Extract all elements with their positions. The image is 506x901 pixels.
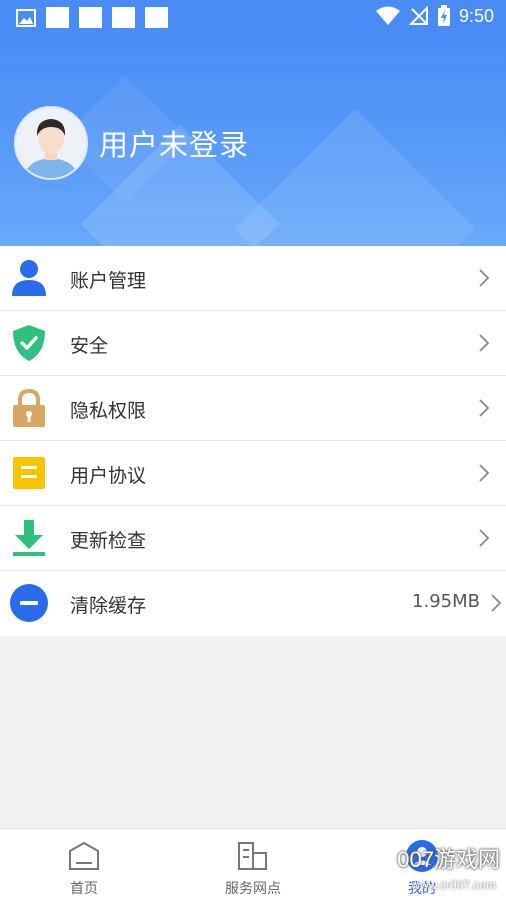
settings-menu: 账户管理 安全 隐私权限 用户协议 更新检查 清除缓存 1.95MB bbox=[0, 246, 506, 636]
notification-square-icon bbox=[145, 7, 168, 28]
tab-label: 首页 bbox=[70, 881, 98, 897]
menu-item-security[interactable]: 安全 bbox=[0, 311, 506, 376]
menu-item-label: 更新检查 bbox=[70, 530, 147, 552]
tab-home[interactable]: 首页 bbox=[19, 829, 149, 901]
watermark-logo: 007游戏网 bbox=[397, 847, 500, 872]
default-avatar-icon bbox=[16, 108, 86, 178]
watermark-url: www.cr007.com bbox=[411, 878, 496, 892]
chevron-right-icon bbox=[479, 269, 490, 287]
menu-item-clear-cache[interactable]: 清除缓存 1.95MB bbox=[0, 571, 506, 636]
menu-item-label: 隐私权限 bbox=[70, 400, 147, 422]
minus-circle-icon bbox=[10, 584, 48, 622]
cache-size: 1.95MB bbox=[412, 591, 480, 612]
notification-square-icon bbox=[112, 7, 135, 28]
shield-check-icon bbox=[13, 325, 45, 361]
status-bar: 9:50 bbox=[0, 0, 506, 34]
menu-item-label: 安全 bbox=[70, 335, 109, 357]
menu-item-account[interactable]: 账户管理 bbox=[0, 246, 506, 311]
login-status-text[interactable]: 用户未登录 bbox=[99, 122, 249, 164]
chevron-right-icon bbox=[479, 464, 490, 482]
header-decoration bbox=[234, 108, 476, 246]
menu-item-label: 用户协议 bbox=[70, 465, 147, 487]
user-icon bbox=[12, 260, 46, 296]
wifi-icon bbox=[375, 6, 400, 25]
profile-header: 用户未登录 bbox=[0, 34, 506, 246]
menu-item-check-update[interactable]: 更新检查 bbox=[0, 506, 506, 571]
lock-icon bbox=[13, 388, 45, 427]
chevron-right-icon bbox=[491, 594, 502, 612]
menu-item-user-agreement[interactable]: 用户协议 bbox=[0, 441, 506, 506]
menu-item-label: 账户管理 bbox=[70, 270, 147, 292]
building-icon bbox=[238, 842, 267, 870]
chevron-right-icon bbox=[479, 529, 490, 547]
image-notification-icon bbox=[16, 8, 36, 27]
tab-service-points[interactable]: 服务网点 bbox=[188, 829, 318, 901]
chevron-right-icon bbox=[479, 334, 490, 352]
avatar[interactable] bbox=[14, 106, 88, 180]
system-icons: 9:50 bbox=[375, 5, 494, 27]
chevron-right-icon bbox=[479, 399, 490, 417]
home-icon bbox=[69, 841, 99, 870]
no-signal-icon bbox=[408, 6, 428, 25]
tab-label: 服务网点 bbox=[225, 881, 281, 897]
menu-item-privacy[interactable]: 隐私权限 bbox=[0, 376, 506, 441]
menu-item-label: 清除缓存 bbox=[70, 595, 147, 617]
notification-icons bbox=[16, 7, 168, 28]
notification-square-icon bbox=[46, 7, 69, 28]
battery-charging-icon bbox=[437, 5, 450, 26]
download-icon bbox=[13, 520, 45, 556]
notification-square-icon bbox=[79, 7, 102, 28]
document-icon bbox=[13, 457, 45, 489]
clock: 9:50 bbox=[458, 5, 494, 26]
